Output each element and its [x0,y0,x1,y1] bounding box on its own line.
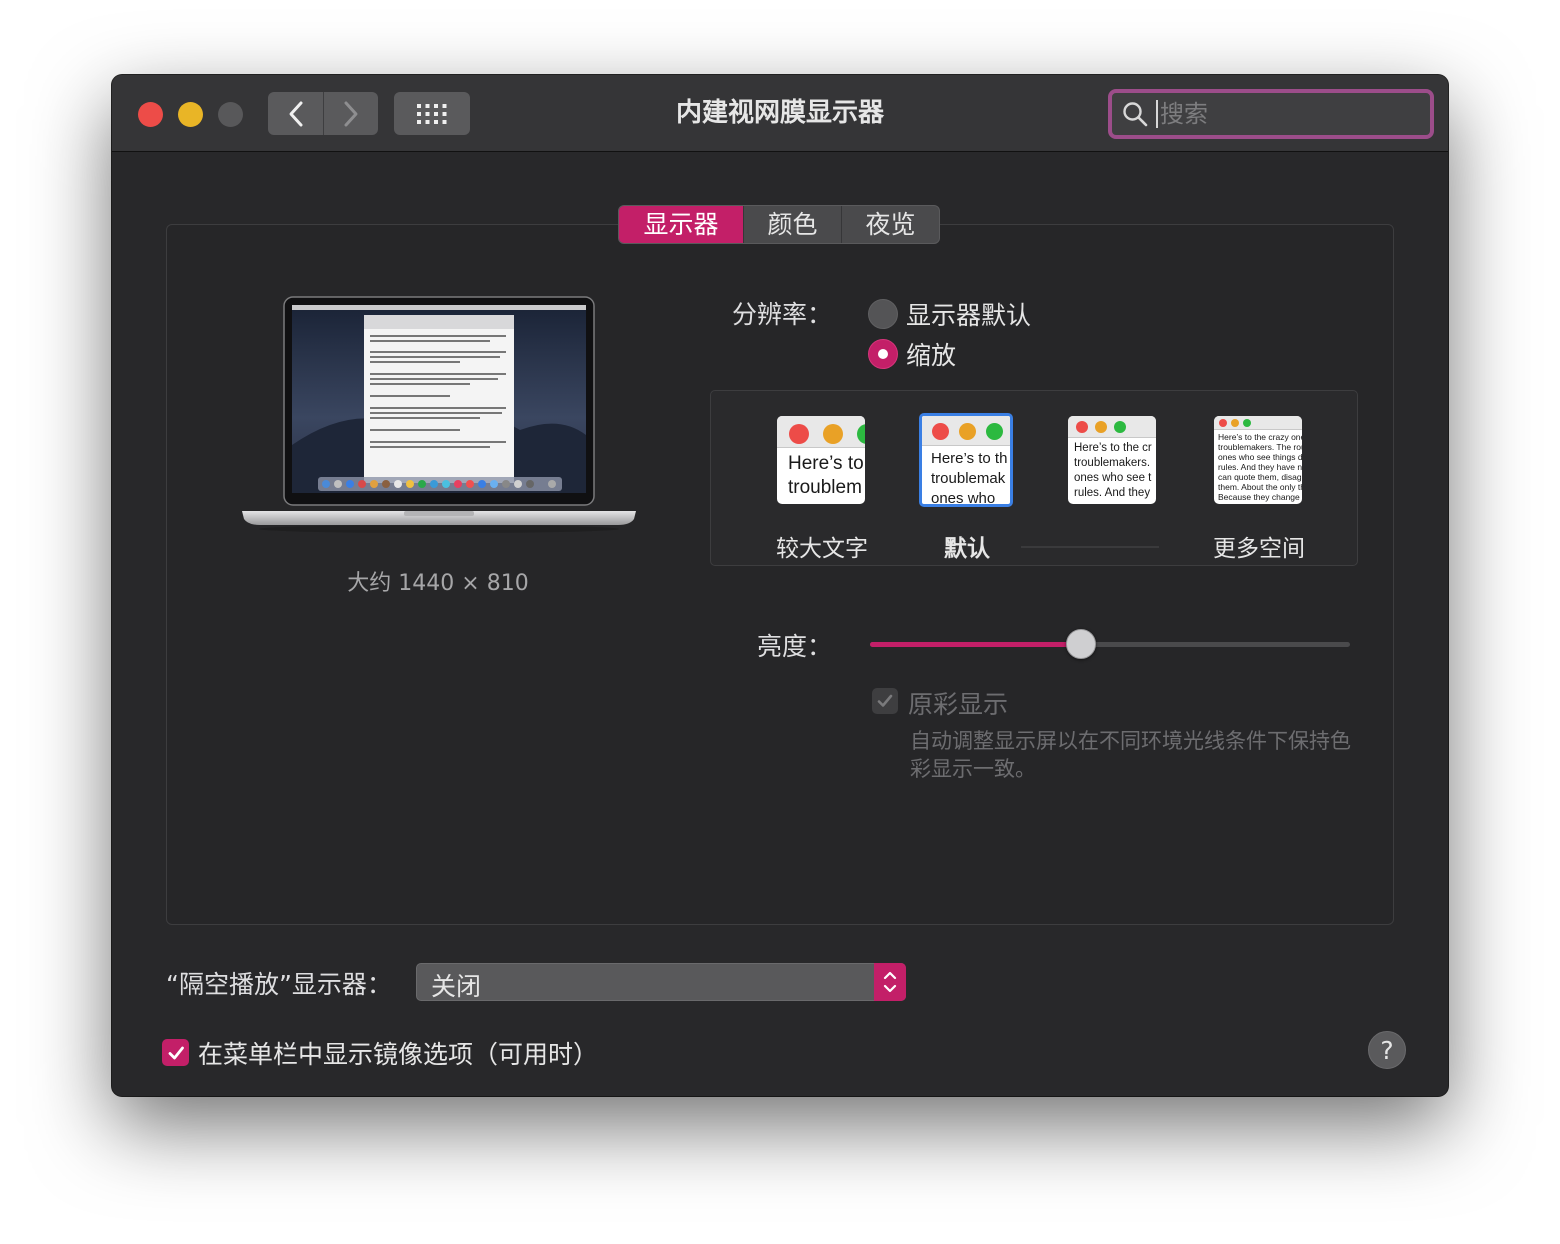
system-preferences-window: 内建视网膜显示器 显示器 颜色 夜览 [112,75,1448,1096]
preview-text: can quote them, disagr [1218,472,1302,482]
preview-text: ones who see things dif [1218,452,1302,462]
up-down-chevron-icon [883,971,897,993]
preview-text: ones who [931,490,996,507]
preview-thumbnail: Here’s to the crazy one troublemakers. T… [1214,416,1302,504]
scaling-options: Here’s to troublem 较大文字 Here’s to th tro… [710,390,1358,566]
scale-option-label: 较大文字 [776,536,868,562]
popup-arrows[interactable] [874,963,906,1001]
true-tone-label: 原彩显示 [908,690,1009,719]
tab-display[interactable]: 显示器 [619,206,743,243]
preview-thumbnail: Here’s to the cr troublemakers. ones who… [1068,416,1156,504]
true-tone-description: 自动调整显示屏以在不同环境光线条件下保持色彩显示一致。 [910,729,1351,781]
back-button[interactable] [268,92,323,135]
brightness-slider-knob[interactable] [1066,629,1096,659]
brightness-slider-fill [870,642,1081,647]
zoom-button-disabled [218,102,243,127]
preview-text: Here’s to the cr [1074,442,1152,454]
preview-text: them. About the only th [1218,482,1302,492]
popup-value: 关闭 [431,972,482,1001]
chevron-left-icon [289,101,302,126]
checkmark-icon [168,1046,184,1059]
scale-divider [1021,546,1159,548]
preview-thumbnail: Here’s to troublem [777,416,865,504]
radio-default-for-display[interactable]: 显示器默认 [868,296,1031,332]
preview-text: rules. And they have no [1218,462,1302,472]
airplay-display-label: “隔空播放”显示器： [166,970,392,999]
radio-label: 显示器默认 [906,301,1032,330]
radio-button-selected[interactable] [868,339,898,369]
preview-text: Here’s to the crazy one [1218,432,1302,442]
true-tone-checkbox [872,688,898,714]
grid-icon [417,103,447,124]
chevron-right-icon [344,101,358,126]
scale-option-label: 更多空间 [1213,536,1305,562]
show-all-button[interactable] [394,92,470,135]
preview-text: rules. And they [1074,487,1151,499]
forward-button[interactable] [323,92,378,135]
tab-night-shift[interactable]: 夜览 [841,206,939,243]
preview-text: troublem [788,477,862,498]
search-input[interactable] [1156,100,1406,128]
radio-label: 缩放 [906,341,957,370]
preview-text: troublemakers. [1074,457,1151,469]
preview-text: Here’s to [788,453,864,474]
titlebar: 内建视网膜显示器 [112,75,1448,152]
scale-option-label: 默认 [944,536,990,562]
preview-text: ones who see t [1074,472,1152,484]
navigation-buttons [268,92,378,135]
brightness-label: 亮度： [756,632,832,661]
mirroring-checkbox[interactable] [162,1039,189,1066]
radio-scaled[interactable]: 缩放 [868,336,956,372]
search-field[interactable] [1108,89,1434,139]
airplay-display-popup[interactable]: 关闭 [416,963,906,1001]
tab-bar: 显示器 颜色 夜览 [618,205,940,244]
checkmark-icon [877,694,893,707]
brightness-slider[interactable] [870,629,1350,659]
approx-resolution: 大约 1440 × 810 [347,571,529,596]
preview-text: troublemak [931,470,1006,487]
help-button[interactable]: ? [1368,1031,1406,1069]
tab-color[interactable]: 颜色 [743,206,841,243]
resolution-label: 分辨率： [731,300,832,329]
preview-thumbnail-selected: Here’s to th troublemak ones who [919,413,1013,507]
window-title: 内建视网膜显示器 [675,98,884,128]
minimize-button[interactable] [178,102,203,127]
search-icon [1123,102,1148,127]
mirroring-label[interactable]: 在菜单栏中显示镜像选项（可用时） [198,1035,598,1071]
radio-button[interactable] [868,299,898,329]
preview-text: Here’s to th [931,450,1008,467]
preview-text: Because they change t [1218,492,1302,502]
macbook-preview-image [242,296,636,533]
close-button[interactable] [138,102,163,127]
preview-text: troublemakers. The rou [1218,442,1302,452]
